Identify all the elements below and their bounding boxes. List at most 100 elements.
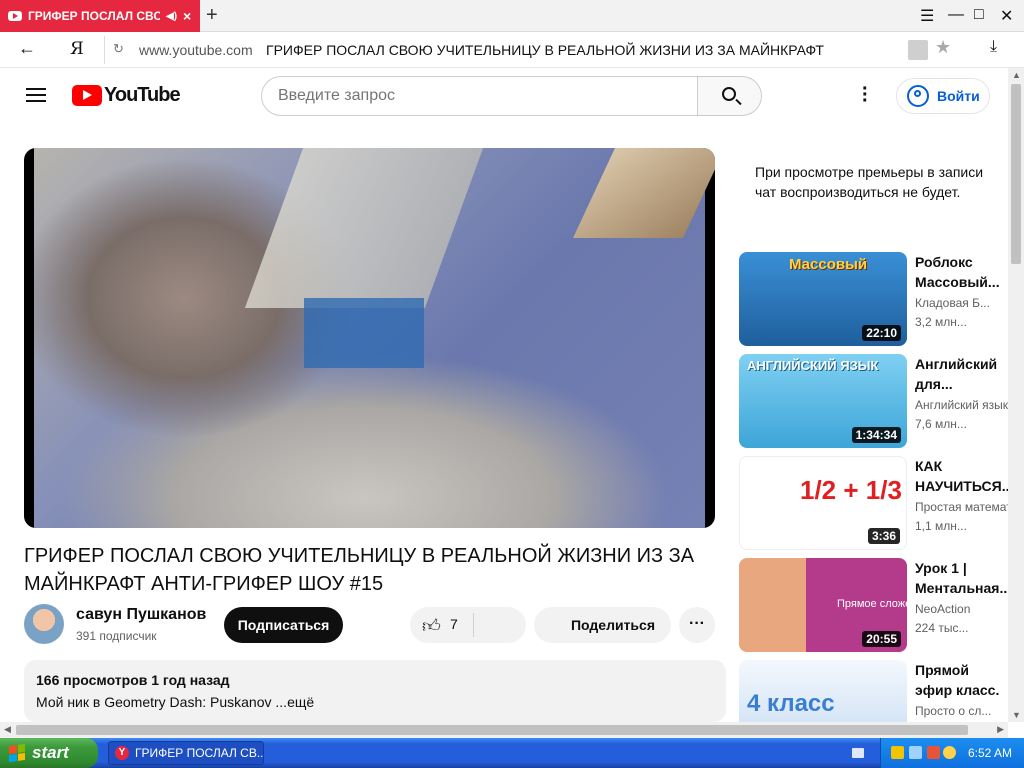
recommendation-thumbnail[interactable]: 1/2 + 1/3 3:36 — [739, 456, 907, 550]
share-button[interactable]: Поделиться — [534, 607, 671, 643]
like-count: 7 — [450, 616, 458, 632]
recommendation-views: 1,1 млн... — [915, 519, 967, 533]
thumbnail-caption: 4 класс — [747, 690, 835, 717]
like-button[interactable]: 👍︎ 7 — [410, 607, 526, 643]
browser-tab-bar: ГРИФЕР ПОСЛАЛ СВОЮ ◀) × + ☰ — □ ✕ — [0, 0, 1024, 32]
search-icon — [722, 87, 736, 101]
video-player[interactable] — [24, 148, 715, 528]
youtube-logo[interactable]: YouTube — [72, 84, 181, 107]
security-shield-icon[interactable] — [891, 746, 904, 759]
duration-badge: 3:36 — [867, 528, 900, 544]
recommendation-item[interactable]: Прямое сложение 20:55 Урок 1 | Ментальна… — [739, 558, 1008, 652]
recommendation-channel: Просто о сл... — [915, 704, 992, 718]
video-title: ГРИФЕР ПОСЛАЛ СВОЮ УЧИТЕЛЬНИЦУ В РЕАЛЬНО… — [24, 545, 695, 595]
close-tab-icon[interactable]: × — [183, 8, 191, 24]
scroll-right-icon[interactable]: ▶ — [997, 724, 1004, 735]
tab-title: ГРИФЕР ПОСЛАЛ СВОЮ — [28, 9, 160, 23]
recommendation-thumbnail[interactable]: 4 класс — [739, 660, 907, 722]
hamburger-menu-icon[interactable] — [26, 88, 46, 102]
thumbnail-caption: Массовый — [789, 256, 868, 273]
recommendation-channel: Кладовая Б... — [915, 296, 990, 310]
windows-taskbar: start Y ГРИФЕР ПОСЛАЛ СВ... 6:52 AM — [0, 738, 1024, 768]
taskbar-clock: 6:52 AM — [967, 746, 1012, 760]
youtube-logo-text: YouTube — [104, 84, 181, 106]
maximize-icon[interactable]: □ — [974, 6, 984, 24]
recommendation-item[interactable]: 4 класс Прямой эфир класс. Мой... Просто… — [739, 660, 1008, 722]
subscribe-button[interactable]: Подписаться — [224, 607, 343, 643]
recommendation-item[interactable]: 1/2 + 1/3 3:36 КАК НАУЧИТЬСЯ... Простая … — [739, 456, 1008, 550]
settings-more-icon[interactable]: · · · — [862, 79, 869, 111]
horizontal-scrollbar[interactable]: ◀ ▶ — [0, 722, 1008, 738]
recommendation-title: Английский для... — [915, 356, 998, 392]
video-frame — [34, 148, 715, 528]
taskbar-item-label: ГРИФЕР ПОСЛАЛ СВ... — [135, 746, 264, 760]
vertical-scroll-thumb[interactable] — [1011, 84, 1021, 264]
description-box[interactable]: 166 просмотров 1 год назад Мой ник в Geo… — [24, 660, 726, 722]
recommendation-thumbnail[interactable]: АНГЛИЙСКИЙ ЯЗЫК 1:34:34 — [739, 354, 907, 448]
recommendation-title: Урок 1 | Ментальная... — [915, 560, 1008, 596]
recommendation-title: Роблокс Массовый... — [915, 254, 1000, 290]
start-label: start — [32, 743, 69, 762]
url-field[interactable]: ↻ www.youtube.com ГРИФЕР ПОСЛАЛ СВОЮ УЧИ… — [104, 36, 962, 64]
recommendation-thumbnail[interactable]: Массовый 22:10 — [739, 252, 907, 346]
duration-badge: 1:34:34 — [851, 427, 901, 443]
search-tray-icon[interactable] — [943, 746, 956, 759]
browser-menu-icon[interactable]: ☰ — [920, 6, 934, 26]
thumbs-up-icon: 👍︎ — [422, 616, 441, 636]
bookmark-star-icon[interactable]: ★ — [935, 37, 951, 58]
speaker-icon[interactable]: ◀) — [166, 11, 177, 22]
channel-avatar[interactable] — [24, 604, 64, 644]
network-icon[interactable] — [909, 746, 922, 759]
description-text: Мой ник в Geometry Dash: Puskanov ...ещё — [36, 694, 315, 710]
youtube-header: YouTube ··· Войти — [0, 68, 1008, 124]
vertical-scrollbar[interactable]: ▲ ▼ — [1008, 68, 1024, 722]
youtube-favicon-icon — [8, 11, 22, 21]
search-button[interactable] — [698, 76, 762, 116]
recommendation-item[interactable]: Массовый 22:10 Роблокс Массовый... Кладо… — [739, 252, 1008, 346]
search-input[interactable] — [261, 76, 698, 116]
recommendation-thumbnail[interactable]: Прямое сложение 20:55 — [739, 558, 907, 652]
update-icon[interactable] — [927, 746, 940, 759]
channel-name[interactable]: савун Пушканов — [76, 606, 206, 624]
recommendation-item[interactable]: АНГЛИЙСКИЙ ЯЗЫК 1:34:34 Английский для..… — [739, 354, 1008, 448]
recommendation-views: 224 тыс... — [915, 621, 969, 635]
reader-mode-icon[interactable] — [908, 40, 928, 60]
duration-badge: 20:55 — [862, 631, 901, 647]
youtube-play-icon — [72, 85, 102, 106]
signin-label: Войти — [937, 88, 980, 104]
recommendation-title: Прямой эфир класс. Мой... — [915, 662, 1000, 698]
video-scene-curtain — [304, 298, 424, 368]
back-arrow-icon[interactable]: ← — [18, 38, 36, 59]
recommendation-channel: Английский язык — [915, 398, 1008, 412]
reload-icon[interactable]: ↻ — [113, 41, 124, 57]
url-page-title: ГРИФЕР ПОСЛАЛ СВОЮ УЧИТЕЛЬНИЦУ В РЕАЛЬНО… — [266, 42, 826, 58]
windows-logo-icon — [9, 743, 25, 763]
duration-badge: 22:10 — [862, 325, 901, 341]
thumbnail-caption: АНГЛИЙСКИЙ ЯЗЫК — [747, 358, 879, 373]
close-window-icon[interactable]: ✕ — [1000, 6, 1013, 26]
thumbnail-caption: Прямое сложение — [837, 598, 907, 610]
taskbar-browser-item[interactable]: Y ГРИФЕР ПОСЛАЛ СВ... — [108, 741, 264, 765]
scroll-left-icon[interactable]: ◀ — [4, 724, 11, 735]
horizontal-scroll-thumb[interactable] — [16, 725, 968, 735]
recommendation-views: 7,6 млн... — [915, 417, 967, 431]
view-count-date: 166 просмотров 1 год назад — [36, 672, 230, 688]
video-scene-wall — [244, 148, 484, 308]
more-actions-button[interactable]: ··· — [679, 607, 715, 643]
browser-tab-active[interactable]: ГРИФЕР ПОСЛАЛ СВОЮ ◀) × — [0, 0, 200, 32]
start-button[interactable]: start — [0, 738, 98, 768]
video-scene-door — [573, 148, 715, 238]
scroll-down-icon[interactable]: ▼ — [1012, 710, 1021, 720]
minimize-icon[interactable]: — — [948, 6, 964, 24]
recommendation-views: 3,2 млн... — [915, 315, 967, 329]
recommendation-channel: Простая математика — [915, 500, 1008, 514]
like-dislike-divider — [473, 613, 474, 637]
yandex-logo-icon[interactable]: Я — [70, 39, 84, 59]
premiere-chat-note: При просмотре премьеры в записи чат восп… — [755, 164, 984, 200]
keyboard-layout-icon[interactable] — [852, 748, 864, 758]
download-icon[interactable]: ⤓ — [990, 38, 997, 56]
new-tab-button[interactable]: + — [206, 4, 218, 27]
address-bar: ← Я ↻ www.youtube.com ГРИФЕР ПОСЛАЛ СВОЮ… — [0, 32, 1024, 68]
scroll-up-icon[interactable]: ▲ — [1012, 70, 1021, 80]
signin-button[interactable]: Войти — [896, 78, 990, 114]
